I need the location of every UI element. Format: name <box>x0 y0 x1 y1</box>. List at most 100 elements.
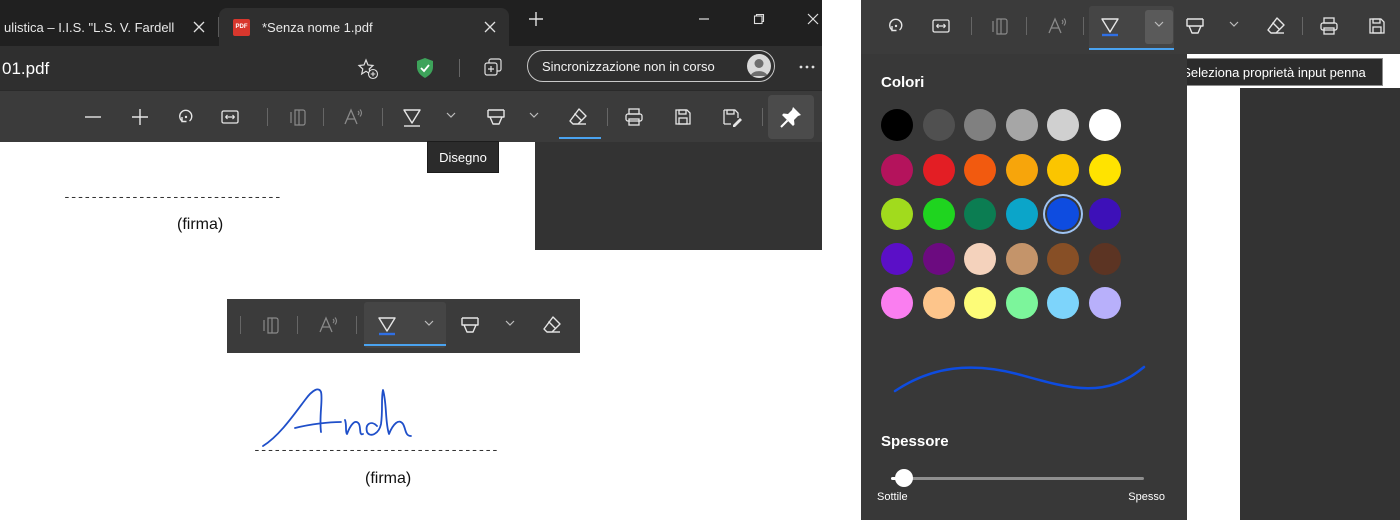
chevron-down-icon[interactable] <box>444 108 458 122</box>
avatar <box>747 54 771 78</box>
restore-icon[interactable] <box>736 0 782 38</box>
close-tab-icon[interactable] <box>479 16 501 38</box>
pen-properties-tooltip: Seleziona proprietà input penna <box>1165 58 1383 86</box>
fit-width-icon[interactable] <box>928 13 954 39</box>
highlighter-icon[interactable] <box>1182 13 1208 39</box>
color-swatch[interactable] <box>964 242 996 275</box>
color-swatch[interactable] <box>881 109 913 141</box>
page-view-icon[interactable] <box>987 13 1013 39</box>
color-swatch[interactable] <box>1047 109 1079 141</box>
shield-icon[interactable] <box>415 57 435 79</box>
color-swatch[interactable] <box>1088 287 1121 319</box>
minimize-icon[interactable] <box>681 0 727 38</box>
eraser-icon[interactable] <box>539 312 565 338</box>
color-swatch[interactable] <box>1005 153 1038 186</box>
color-swatch[interactable] <box>964 109 996 141</box>
color-swatch[interactable] <box>964 153 996 186</box>
color-swatch[interactable] <box>922 198 955 230</box>
eraser-icon[interactable] <box>1263 13 1289 39</box>
signature-line: -------------------------------- <box>63 190 282 205</box>
color-swatch[interactable] <box>964 287 996 319</box>
color-swatch[interactable] <box>1005 109 1038 141</box>
color-swatch[interactable] <box>1005 287 1038 319</box>
color-swatch[interactable] <box>1088 109 1121 141</box>
pin-icon <box>779 105 803 129</box>
signature-caption: (firma) <box>177 216 224 233</box>
viewer-background <box>535 142 822 250</box>
screenshot-composite: ulistica – I.I.S. "L.S. V. Fardell PDF *… <box>0 0 1400 520</box>
page-view-icon[interactable] <box>258 312 284 338</box>
save-icon[interactable] <box>1364 13 1390 39</box>
color-swatch[interactable] <box>1088 198 1121 230</box>
rotate-icon[interactable] <box>173 104 199 130</box>
thickness-heading: Spessore <box>881 433 949 450</box>
color-swatch[interactable] <box>1047 198 1079 230</box>
collections-icon[interactable] <box>482 57 504 79</box>
color-swatch[interactable] <box>881 198 913 230</box>
read-aloud-icon[interactable] <box>341 104 367 130</box>
tab-ulistica[interactable]: ulistica – I.I.S. "L.S. V. Fardell <box>0 8 218 46</box>
color-swatch[interactable] <box>922 153 955 186</box>
thickness-slider-track[interactable] <box>903 477 1144 480</box>
viewer-background <box>1240 88 1400 520</box>
color-swatch[interactable] <box>1047 242 1079 275</box>
color-swatch[interactable] <box>964 198 996 230</box>
new-tab-icon[interactable] <box>513 0 559 38</box>
read-aloud-icon[interactable] <box>1045 13 1071 39</box>
chevron-down-icon[interactable] <box>1152 17 1166 31</box>
highlighter-icon[interactable] <box>483 104 509 130</box>
zoom-out-icon[interactable] <box>80 104 106 130</box>
chevron-down-icon[interactable] <box>1227 17 1241 31</box>
highlighter-icon[interactable] <box>457 312 483 338</box>
thickness-slider-thumb[interactable] <box>894 469 913 487</box>
color-swatch[interactable] <box>881 242 913 275</box>
toolbar-divider <box>323 108 324 126</box>
close-tab-icon[interactable] <box>188 16 210 38</box>
color-swatch[interactable] <box>881 153 913 186</box>
signature-caption: (firma) <box>365 470 412 487</box>
chevron-down-icon[interactable] <box>422 316 436 330</box>
color-swatch[interactable] <box>1047 287 1079 319</box>
save-icon[interactable] <box>670 104 696 130</box>
close-window-icon[interactable] <box>790 0 836 38</box>
colors-heading: Colori <box>881 74 925 91</box>
draw-pen-icon[interactable] <box>1097 13 1123 39</box>
toolbar-divider <box>762 108 763 126</box>
color-swatch[interactable] <box>1088 242 1121 275</box>
color-swatch[interactable] <box>1088 153 1121 186</box>
save-as-icon[interactable] <box>719 104 745 130</box>
color-swatch[interactable] <box>922 242 955 275</box>
print-icon[interactable] <box>1316 13 1342 39</box>
zoom-in-icon[interactable] <box>127 104 153 130</box>
rotate-icon[interactable] <box>883 13 909 39</box>
color-swatch[interactable] <box>1047 153 1079 186</box>
page-view-icon[interactable] <box>285 104 311 130</box>
pen-active-indicator <box>1089 48 1174 50</box>
toolbar-divider <box>267 108 268 126</box>
pen-properties-view: Seleziona proprietà input penna Colori S… <box>861 0 1400 520</box>
color-swatch[interactable] <box>1005 198 1038 230</box>
toolbar-divider <box>607 108 608 126</box>
pin-toolbar-button[interactable] <box>768 95 814 139</box>
chevron-down-icon[interactable] <box>503 316 517 330</box>
color-swatch[interactable] <box>881 287 913 319</box>
favorite-star-icon[interactable] <box>357 58 379 80</box>
toolbar-divider <box>1302 17 1303 35</box>
print-icon[interactable] <box>621 104 647 130</box>
color-swatch[interactable] <box>922 109 955 141</box>
draw-pen-icon[interactable] <box>374 312 400 338</box>
color-swatch[interactable] <box>1005 242 1038 275</box>
sync-status-button[interactable]: Sincronizzazione non in corso <box>527 50 775 82</box>
more-options-icon[interactable] <box>797 57 817 77</box>
eraser-icon[interactable] <box>565 104 591 130</box>
read-aloud-icon[interactable] <box>316 312 342 338</box>
draw-tooltip: Disegno <box>427 141 499 173</box>
chevron-down-icon[interactable] <box>527 108 541 122</box>
toolbar-divider <box>356 316 357 334</box>
color-swatch[interactable] <box>922 287 955 319</box>
tab-senza-nome[interactable]: PDF *Senza nome 1.pdf <box>219 8 509 46</box>
stroke-preview <box>893 365 1146 393</box>
fit-width-icon[interactable] <box>217 104 243 130</box>
draw-pen-icon[interactable] <box>399 104 425 130</box>
address-field[interactable]: 01.pdf <box>0 50 460 86</box>
